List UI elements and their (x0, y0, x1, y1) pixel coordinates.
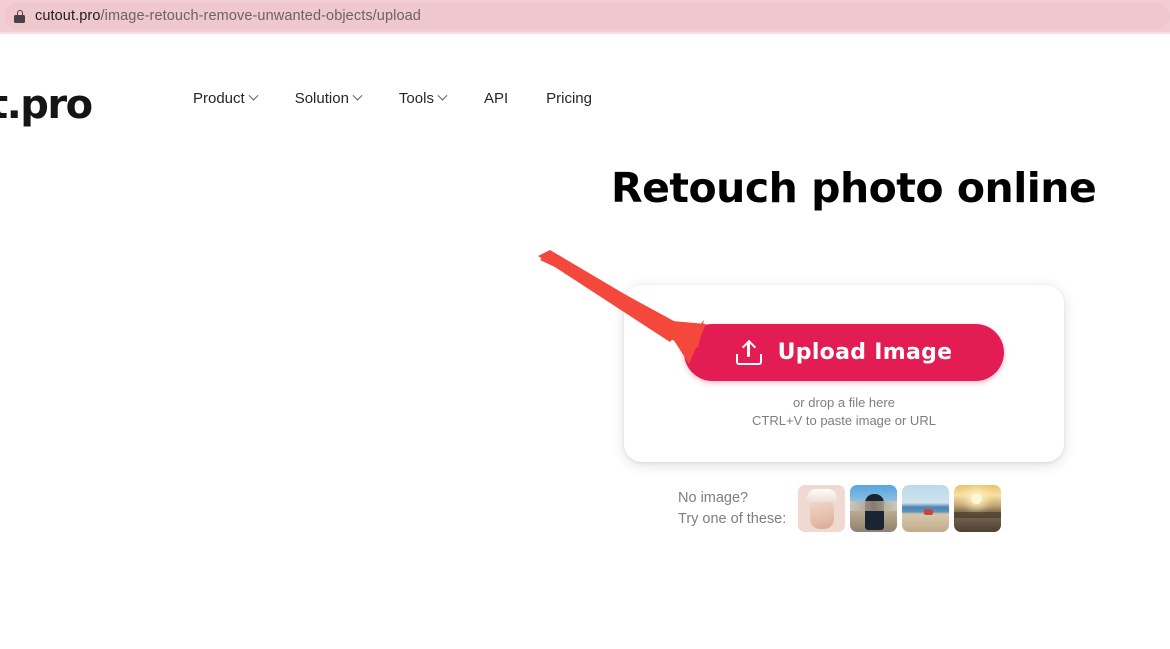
sample-thumbnail-street[interactable] (850, 485, 897, 532)
url-text: cutout.pro/image-retouch-remove-unwanted… (35, 8, 421, 24)
sample-thumbnail-sunset[interactable] (954, 485, 1001, 532)
nav-item-label: Solution (294, 90, 349, 107)
nav-item-label: Product (193, 90, 245, 107)
upload-image-button[interactable]: Upload Image (684, 324, 1004, 381)
paste-hint: CTRL+V to paste image or URL (752, 413, 936, 428)
nav-item-api[interactable]: API (484, 90, 508, 107)
chevron-down-icon (248, 90, 259, 101)
chevron-down-icon (437, 90, 448, 101)
chevron-down-icon (352, 90, 363, 101)
nav-item-pricing[interactable]: Pricing (546, 90, 592, 107)
upload-icon (735, 339, 762, 365)
sample-thumbnail-list (798, 485, 1001, 532)
nav-item-label: API (483, 90, 509, 107)
page-title: Retouch photo online (611, 164, 1097, 212)
main-navigation: Product Solution Tools API Pricing (193, 90, 592, 107)
lock-icon (14, 9, 25, 23)
nav-item-label: Pricing (546, 90, 592, 107)
sample-thumbnail-beach[interactable] (902, 485, 949, 532)
url-input[interactable]: cutout.pro/image-retouch-remove-unwanted… (4, 3, 1170, 29)
upload-button-label: Upload Image (777, 340, 953, 365)
nav-item-label: Tools (398, 90, 434, 107)
upload-card: Upload Image or drop a file here CTRL+V … (624, 285, 1064, 462)
sample-label-line-2: Try one of these: (678, 510, 787, 527)
browser-url-bar: cutout.pro/image-retouch-remove-unwanted… (0, 0, 1170, 32)
nav-item-solution[interactable]: Solution (294, 90, 363, 107)
nav-item-product[interactable]: Product (193, 90, 259, 107)
url-host: cutout.pro (35, 8, 101, 24)
site-header: ut.pro Product Solution Tools API Pricin… (0, 34, 1170, 128)
sample-thumbnail-portrait[interactable] (798, 485, 845, 532)
sample-label-line-1: No image? (678, 489, 749, 506)
site-logo[interactable]: ut.pro (0, 82, 93, 128)
drop-file-hint: or drop a file here (793, 395, 895, 410)
nav-item-tools[interactable]: Tools (398, 90, 448, 107)
sample-images-label: No image? Try one of these: (678, 488, 798, 530)
url-path: /image-retouch-remove-unwanted-objects/u… (100, 8, 421, 24)
sample-images-section: No image? Try one of these: (678, 485, 1001, 532)
